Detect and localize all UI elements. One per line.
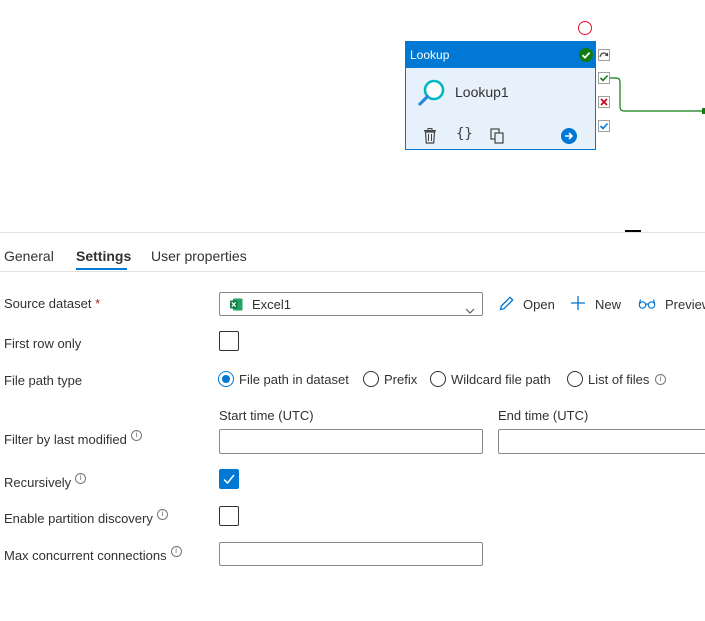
tabs-divider	[0, 271, 705, 272]
activity-header: Lookup	[406, 42, 595, 68]
panel-divider	[0, 232, 705, 233]
radio-button	[567, 371, 583, 387]
pipeline-canvas: Lookup Lookup1 {}	[0, 0, 705, 232]
source-dataset-dropdown[interactable]: Excel1	[219, 292, 483, 316]
tab-active-underline	[76, 268, 127, 270]
lookup-activity-node[interactable]: Lookup Lookup1 {}	[405, 41, 596, 150]
success-connector-line	[610, 77, 705, 114]
filter-by-last-modified-label: Filter by last modified i	[4, 430, 142, 447]
tab-user-properties-label: User properties	[151, 248, 247, 264]
edit-pencil-icon	[499, 296, 514, 311]
end-time-label: End time (UTC)	[498, 408, 589, 423]
preview-dataset-button[interactable]: Preview	[638, 295, 705, 313]
radio-button	[218, 371, 234, 387]
info-icon[interactable]: i	[170, 546, 182, 557]
preview-label: Preview	[665, 297, 705, 312]
excel-icon	[230, 298, 243, 311]
tab-general-label: General	[4, 248, 54, 264]
start-time-label: Start time (UTC)	[219, 408, 314, 423]
tab-settings[interactable]: Settings	[76, 248, 131, 264]
navigate-arrow-icon[interactable]	[561, 128, 577, 144]
open-label: Open	[523, 297, 555, 312]
first-row-only-checkbox[interactable]	[219, 331, 239, 351]
start-time-input[interactable]	[219, 429, 483, 454]
radio-button	[363, 371, 379, 387]
preview-glasses-icon	[638, 299, 656, 309]
source-dataset-value: Excel1	[252, 297, 292, 312]
max-concurrent-connections-input[interactable]	[219, 542, 483, 566]
radio-label: Wildcard file path	[451, 372, 551, 387]
info-icon[interactable]: i	[75, 473, 87, 484]
plus-icon	[571, 296, 585, 310]
checkmark-icon	[223, 474, 235, 485]
max-concurrent-connections-label: Max concurrent connections i	[4, 546, 182, 563]
info-icon[interactable]: i	[156, 509, 168, 520]
validation-success-icon	[579, 48, 593, 62]
end-time-input[interactable]	[498, 429, 705, 454]
radio-label: File path in dataset	[239, 372, 349, 387]
recursively-checkbox[interactable]	[219, 469, 239, 489]
radio-label: List of files	[588, 372, 650, 387]
tab-user-properties[interactable]: User properties	[151, 248, 247, 264]
info-icon[interactable]: i	[655, 374, 666, 385]
new-label: New	[595, 297, 622, 312]
first-row-only-label: First row only	[4, 336, 82, 351]
radio-button	[430, 371, 446, 387]
source-dataset-label: Source dataset *	[4, 296, 100, 311]
radio-label: Prefix	[384, 372, 418, 387]
copy-icon[interactable]	[490, 128, 504, 144]
enable-partition-discovery-checkbox[interactable]	[219, 506, 239, 526]
activity-type-label: Lookup	[410, 48, 450, 62]
max-concurrent-connections-text: Max concurrent connections	[4, 548, 167, 563]
info-icon[interactable]: i	[130, 430, 142, 441]
completion-output-icon[interactable]	[598, 120, 610, 132]
code-icon[interactable]: {}	[456, 126, 473, 142]
lookup-icon	[417, 78, 447, 108]
source-dataset-label-text: Source dataset	[4, 296, 92, 311]
enable-partition-discovery-text: Enable partition discovery	[4, 511, 153, 526]
activity-name: Lookup1	[455, 84, 509, 100]
recursively-label: Recursively i	[4, 473, 87, 490]
chevron-down-icon	[465, 301, 475, 314]
skip-output-icon[interactable]	[598, 49, 610, 61]
status-circle-icon	[578, 21, 592, 35]
recursively-text: Recursively	[4, 475, 72, 490]
enable-partition-discovery-label: Enable partition discovery i	[4, 509, 168, 526]
filter-by-last-modified-text: Filter by last modified	[4, 432, 127, 447]
file-path-type-label: File path type	[4, 373, 83, 388]
radio-list-of-files[interactable]: List of files i	[567, 371, 666, 388]
tab-settings-label: Settings	[76, 248, 132, 264]
required-mark: *	[95, 296, 101, 311]
delete-icon[interactable]	[423, 128, 437, 144]
tab-general[interactable]: General	[4, 248, 54, 264]
